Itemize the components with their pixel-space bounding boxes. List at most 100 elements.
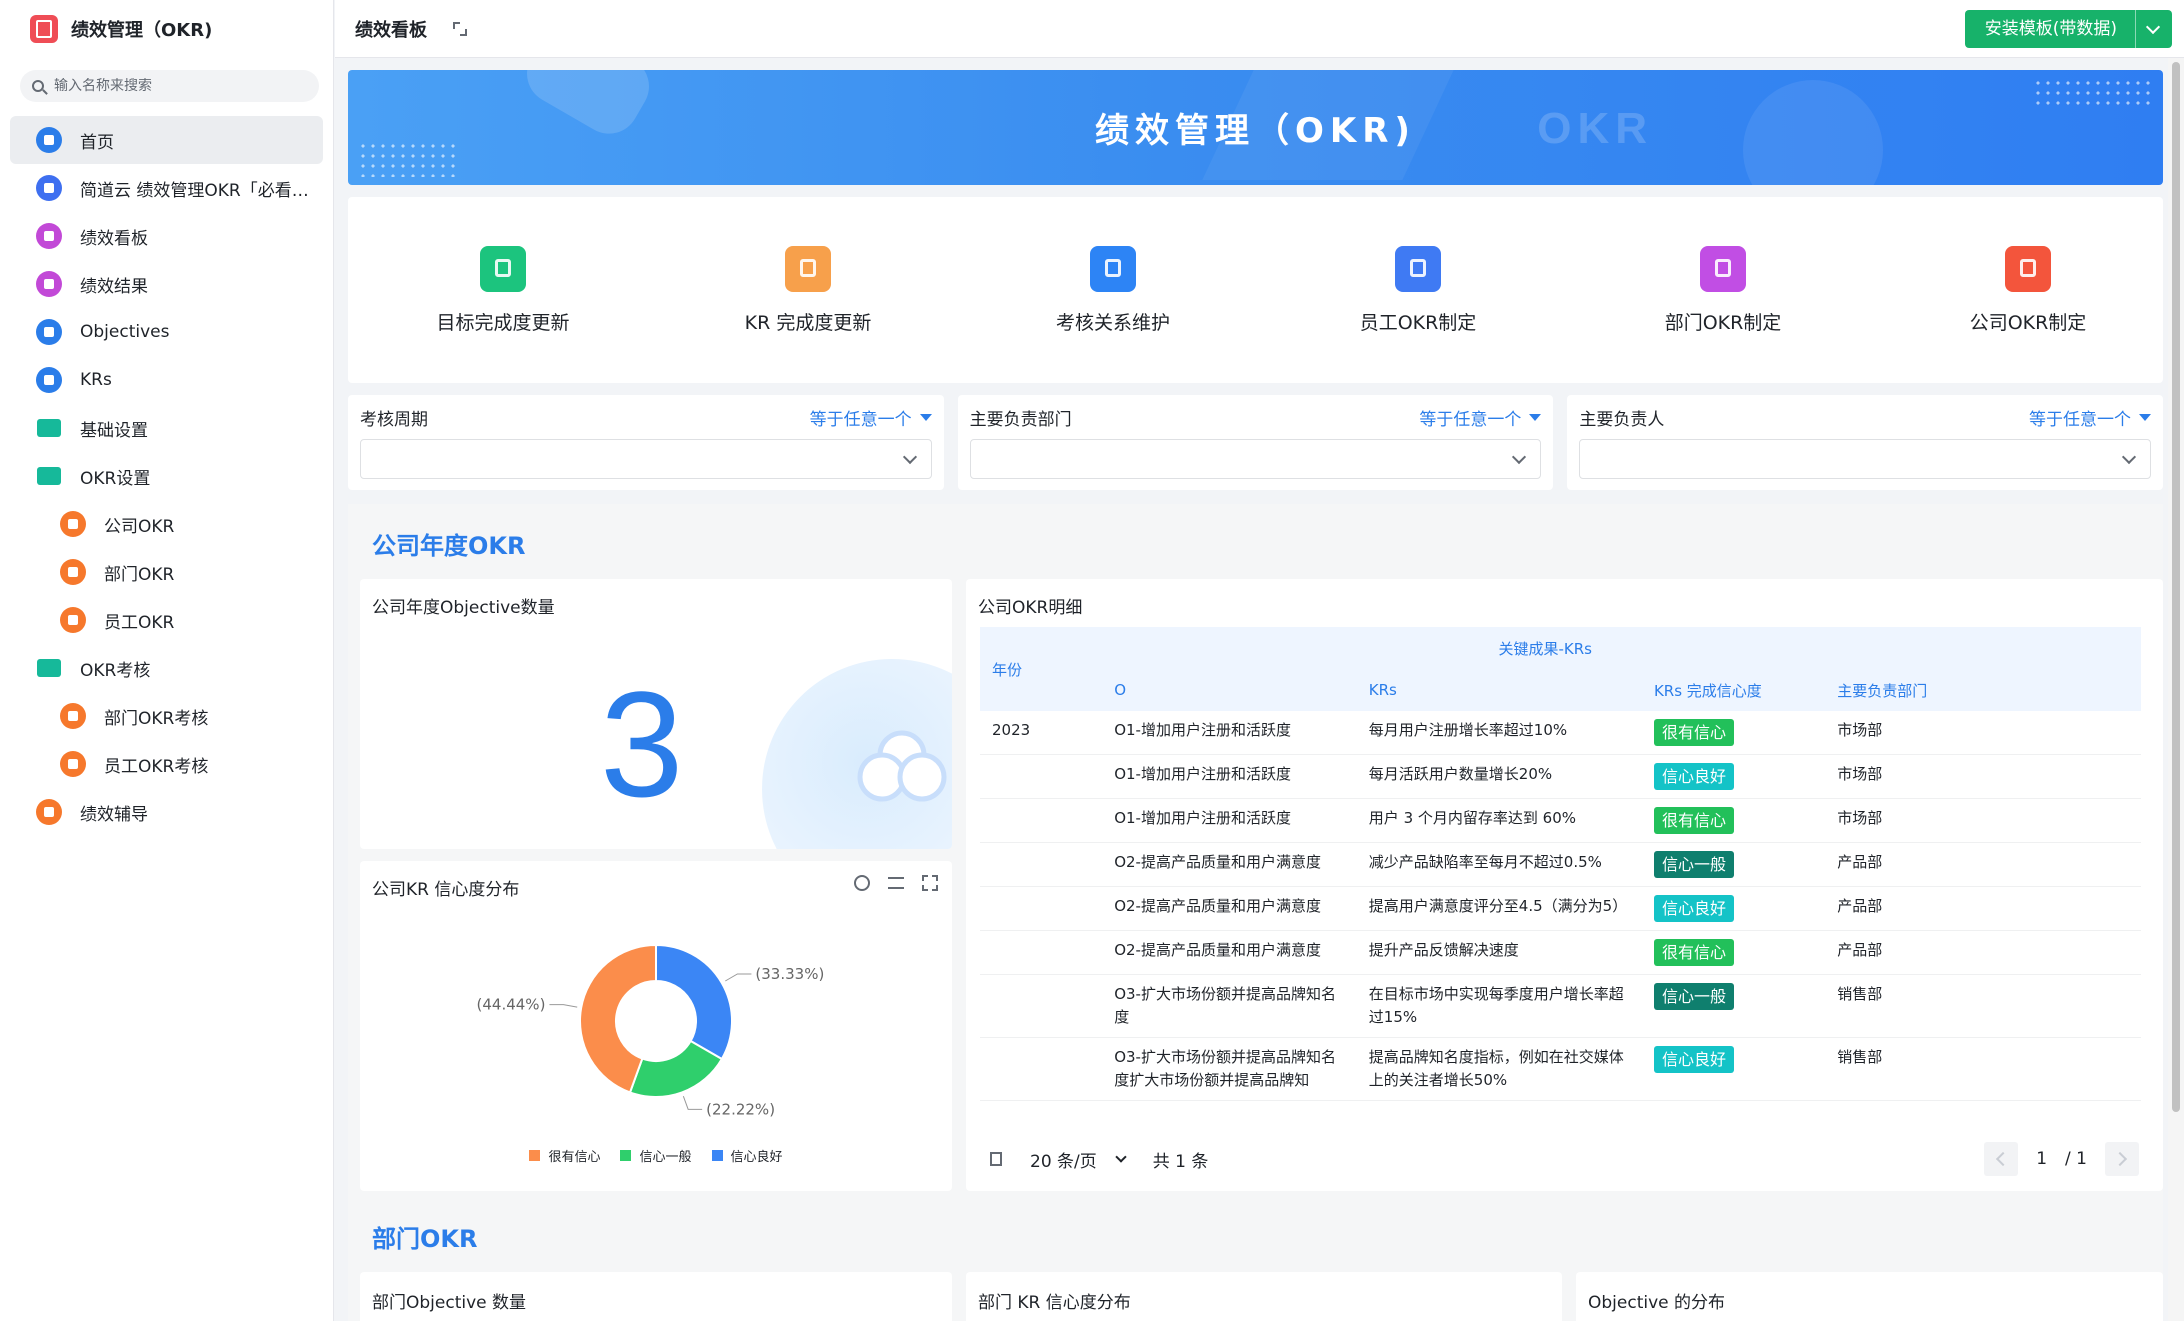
scroll-thumb[interactable] bbox=[2172, 62, 2180, 1112]
sidebar-item[interactable]: OKR设置 bbox=[10, 452, 323, 500]
cell-dept: 市场部 bbox=[1825, 711, 1989, 755]
table-row[interactable]: 2023 O1-增加用户注册和活跃度 每月用户注册增长率超过10% 很有信心 市场部 bbox=[980, 711, 2141, 755]
sidebar-item[interactable]: 公司OKR bbox=[10, 500, 323, 548]
filter-operator[interactable]: 等于任意一个 bbox=[810, 405, 932, 430]
fullscreen-icon[interactable] bbox=[922, 875, 938, 891]
cell-o: O2-提高产品质量和用户满意度 bbox=[1102, 842, 1357, 887]
card-title: 公司年度Objective数量 bbox=[372, 598, 555, 618]
confidence-tag: 信心一般 bbox=[1653, 983, 1734, 1010]
table-row[interactable]: O1-增加用户注册和活跃度 每月活跃用户数量增长20% 信心良好 市场部 bbox=[980, 754, 2141, 799]
sidebar-item-label: 绩效结果 bbox=[80, 276, 148, 297]
sidebar-item[interactable]: OKR考核 bbox=[10, 644, 323, 692]
donut-chart: (33.33%) (22.22%) (44.44%) bbox=[477, 943, 824, 1118]
shortcut-button[interactable]: 员工OKR制定 bbox=[1338, 245, 1498, 335]
sidebar-item[interactable]: KRs bbox=[10, 356, 323, 404]
sidebar-item[interactable]: 绩效看板 bbox=[10, 212, 323, 260]
cloud-icon bbox=[857, 730, 947, 802]
cell-confidence: 信心良好 bbox=[1641, 886, 1826, 931]
scrollbar[interactable] bbox=[2168, 58, 2184, 1321]
cell-o: O2-提高产品质量和用户满意度 bbox=[1102, 930, 1357, 975]
card-title: 部门 KR 信心度分布 bbox=[978, 1293, 1131, 1313]
cell-empty bbox=[1988, 842, 2141, 887]
filter-bar: 考核周期 等于任意一个 主要负责部门 等于任意一个 主要负责人 等于任意一个 bbox=[348, 395, 2164, 490]
shortcut-button[interactable]: KR 完成度更新 bbox=[728, 245, 888, 335]
table-row[interactable]: O1-增加用户注册和活跃度 用户 3 个月内留存率达到 60% 很有信心 市场部 bbox=[980, 798, 2141, 843]
search-input[interactable] bbox=[54, 78, 294, 94]
filter-card: 考核周期 等于任意一个 bbox=[348, 395, 944, 490]
sidebar-item[interactable]: 基础设置 bbox=[10, 404, 323, 452]
sidebar-item[interactable]: 绩效辅导 bbox=[10, 788, 323, 836]
app-logo-icon bbox=[30, 15, 58, 43]
sidebar-item[interactable]: 绩效结果 bbox=[10, 260, 323, 308]
cell-year bbox=[980, 754, 1103, 799]
shortcut-button[interactable]: 公司OKR制定 bbox=[1948, 245, 2108, 335]
sidebar-item[interactable]: 部门OKR bbox=[10, 548, 323, 596]
cell-empty bbox=[1988, 1037, 2141, 1101]
folder-icon bbox=[37, 419, 61, 437]
sidebar-item[interactable]: 员工OKR考核 bbox=[10, 740, 323, 788]
shortcut-label: KR 完成度更新 bbox=[744, 311, 872, 334]
cell-confidence: 信心一般 bbox=[1641, 974, 1826, 1038]
banner-title: 绩效管理（OKR) bbox=[1095, 111, 1416, 151]
cell-o: O1-增加用户注册和活跃度 bbox=[1102, 798, 1357, 843]
search-box[interactable] bbox=[20, 70, 319, 102]
col-dept: 主要负责部门 bbox=[1825, 669, 1989, 711]
legend-item[interactable]: 信心良好 bbox=[711, 1146, 783, 1165]
cell-confidence: 信心良好 bbox=[1641, 754, 1826, 799]
cell-year bbox=[980, 930, 1103, 975]
chevron-down-icon[interactable] bbox=[1115, 1151, 1127, 1163]
page-size-select[interactable]: 20 条/页 bbox=[1030, 1147, 1097, 1172]
table-row[interactable]: O2-提高产品质量和用户满意度 提高用户满意度评分至4.5（满分为5） 信心良好 产品… bbox=[980, 886, 2141, 931]
filter-card: 主要负责人 等于任意一个 bbox=[1567, 395, 2164, 490]
sidebar-item[interactable]: 首页 bbox=[10, 116, 323, 164]
refresh-icon[interactable] bbox=[854, 875, 870, 891]
legend-label: 信心一般 bbox=[639, 1150, 692, 1165]
legend-item[interactable]: 信心一般 bbox=[620, 1146, 692, 1165]
filter-select[interactable] bbox=[969, 439, 1542, 479]
legend-swatch bbox=[529, 1150, 541, 1161]
table-row[interactable]: O3-扩大市场份额并提高品牌知名度 在目标市场中实现每季度用户增长率超过15% 信心… bbox=[980, 974, 2141, 1038]
cell-year bbox=[980, 974, 1103, 1038]
cell-kr: 提升产品反馈解决速度 bbox=[1356, 930, 1642, 975]
sidebar-item[interactable]: 员工OKR bbox=[10, 596, 323, 644]
prev-page-button[interactable] bbox=[1984, 1142, 2019, 1176]
next-page-button[interactable] bbox=[2105, 1142, 2139, 1176]
cell-o: O3-扩大市场份额并提高品牌知名度 bbox=[1102, 974, 1357, 1038]
banner-ghost-text: OKR bbox=[1537, 104, 1653, 153]
fullscreen-icon[interactable] bbox=[453, 21, 467, 36]
table-row[interactable]: O3-扩大市场份额并提高品牌知名度扩大市场份额并提高品牌知 提高品牌知名度指标，例… bbox=[980, 1037, 2141, 1101]
shortcut-button[interactable]: 考核关系维护 bbox=[1033, 245, 1193, 335]
filter-operator[interactable]: 等于任意一个 bbox=[1419, 405, 1541, 430]
table-row[interactable]: O2-提高产品质量和用户满意度 减少产品缺陷率至每月不超过0.5% 信心一般 产品部 bbox=[980, 842, 2141, 887]
sidebar-item[interactable]: 部门OKR考核 bbox=[10, 692, 323, 740]
flag-icon bbox=[480, 245, 526, 292]
cell-o: O1-增加用户注册和活跃度 bbox=[1102, 711, 1357, 755]
tag-icon bbox=[60, 607, 86, 633]
sidebar-item-label: OKR考核 bbox=[80, 660, 151, 681]
dept-okr-section: 部门OKR 部门Objective 数量 部门 KR 信心度分布 Objecti… bbox=[348, 1205, 2163, 1321]
cell-empty bbox=[1988, 711, 2141, 755]
sort-icon[interactable] bbox=[888, 877, 904, 889]
sidebar-item-label: Objectives bbox=[80, 322, 170, 342]
cell-dept: 市场部 bbox=[1825, 798, 1989, 843]
pagination: 20 条/页 共 1 条 1 / 1 bbox=[990, 1139, 2139, 1179]
install-template-label[interactable]: 安装模板(带数据) bbox=[1965, 10, 2136, 48]
chevron-down-icon[interactable] bbox=[2136, 10, 2172, 48]
sidebar-item[interactable]: Objectives bbox=[10, 308, 323, 356]
shortcut-button[interactable]: 部门OKR制定 bbox=[1643, 245, 1803, 335]
filter-select[interactable] bbox=[1579, 439, 2152, 479]
legend-item[interactable]: 很有信心 bbox=[529, 1146, 600, 1165]
cell-confidence: 信心良好 bbox=[1641, 1037, 1826, 1101]
filter-operator[interactable]: 等于任意一个 bbox=[2029, 405, 2151, 430]
shortcut-button[interactable]: 目标完成度更新 bbox=[423, 245, 583, 335]
shortcut-label: 员工OKR制定 bbox=[1359, 311, 1477, 334]
install-template-button[interactable]: 安装模板(带数据) bbox=[1964, 10, 2172, 48]
banner-decoration bbox=[516, 70, 660, 145]
table-row[interactable]: O2-提高产品质量和用户满意度 提升产品反馈解决速度 很有信心 产品部 bbox=[980, 930, 2141, 975]
sidebar-item[interactable]: 简道云 绩效管理OKR「必看说... bbox=[10, 164, 323, 212]
card-title: 公司OKR明细 bbox=[978, 598, 1083, 618]
tab-dashboard[interactable]: 绩效看板 bbox=[355, 16, 427, 42]
banner-dots bbox=[2033, 78, 2153, 108]
filter-select[interactable] bbox=[360, 439, 932, 479]
col-year[interactable]: 年份 bbox=[980, 627, 1103, 711]
